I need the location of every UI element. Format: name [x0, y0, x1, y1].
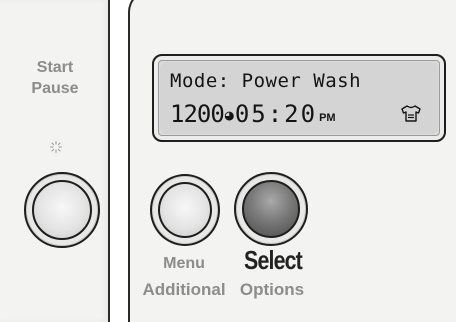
time-readout: 05:20 [234, 100, 318, 128]
lcd-display: Mode: Power Wash 1200 ◕ 05:20 PM [152, 54, 446, 142]
start-pause-panel: Start Pause [0, 0, 110, 322]
menu-button-face[interactable] [158, 182, 212, 238]
select-button[interactable] [234, 172, 308, 246]
clock-icon: ◕ [224, 106, 234, 124]
shirt-icon [401, 105, 421, 122]
start-pause-button[interactable] [24, 172, 100, 248]
start-label: Start [36, 59, 74, 76]
options-label: Options [239, 280, 305, 299]
mode-text: Mode: Power Wash [170, 70, 362, 92]
menu-label: Menu [163, 255, 205, 272]
menu-button[interactable] [150, 174, 220, 246]
pause-label: Pause [31, 80, 79, 97]
select-label: Select [244, 245, 303, 275]
spin-speed-readout: 1200 [170, 100, 225, 128]
status-line: 1200 ◕ 05:20 PM [170, 100, 336, 128]
start-pause-button-face[interactable] [32, 180, 92, 240]
control-panel: Start Pause Mode: Power Wash 1200 ◕ 05:2… [0, 0, 456, 322]
sparkle-light-icon [50, 141, 62, 153]
ampm-indicator: PM [319, 112, 336, 124]
additional-label: Additional [142, 280, 226, 299]
select-button-face[interactable] [242, 180, 300, 238]
